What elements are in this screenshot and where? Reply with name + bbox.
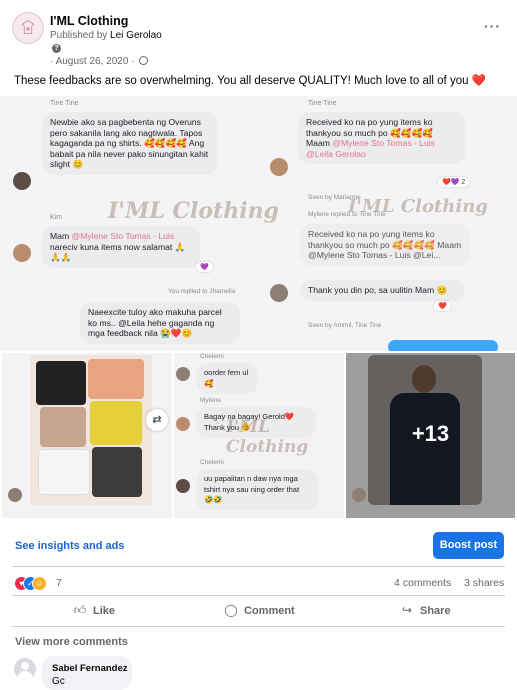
heart-icon: ❤️: [471, 75, 487, 87]
photo-3[interactable]: Chelemi oorder fem ul 🥰 Mylene Bagay na …: [174, 353, 344, 518]
thumbs-up-icon: 👍︎: [73, 603, 87, 617]
more-photos-count: +13: [411, 421, 450, 446]
post-caption: These feedbacks are so overwhelming. You…: [14, 73, 486, 87]
shirt: [90, 401, 142, 445]
commenter-avatar[interactable]: [14, 658, 36, 680]
chat-avatar: [176, 367, 190, 381]
date-separator: ·: [50, 56, 54, 67]
chat-bubble: Newbie ako sa pagbebenta ng Overuns pero…: [42, 112, 218, 175]
watermark-logo: I'ML Clothing: [348, 196, 488, 217]
published-by-prefix: Published by: [50, 30, 108, 41]
shares-count[interactable]: 3 shares: [464, 577, 504, 589]
comment-button[interactable]: ◯ Comment: [224, 603, 295, 621]
chat-sender: Mylene: [200, 397, 221, 404]
seen-note: Seen by Ammil, Tine Tine: [308, 322, 382, 329]
chat-avatar: [352, 488, 366, 502]
chat-bubble: uu papalitan n daw nya mga tshirt nya sa…: [196, 469, 318, 511]
chat-avatar: [176, 417, 190, 431]
chat-text: Received ko na po yung items ko thankyou…: [306, 117, 433, 138]
share-label: Share: [420, 605, 451, 617]
chat-bubble: oorder fem ul 🥰: [196, 363, 258, 394]
share-arrow-icon: ↪: [401, 603, 413, 617]
boost-post-button[interactable]: Boost post: [433, 532, 504, 559]
chat-avatar: [270, 284, 288, 302]
shirt: [38, 449, 90, 495]
publisher-name[interactable]: Lei Gerolao: [110, 30, 162, 41]
chat-sender: Kim: [50, 214, 63, 221]
published-by: Published by Lei Gerolao: [50, 30, 162, 41]
divider: [12, 566, 505, 567]
chat-avatar: [13, 172, 31, 190]
comment-text: Gc: [52, 676, 65, 687]
default-avatar-icon: [21, 662, 29, 670]
comment-label: Comment: [244, 605, 295, 617]
chat-text: Mam: [50, 231, 72, 241]
chat-sender: Chelemi: [200, 459, 224, 466]
chat-bubble: Mam @Mylene Sto Tomas - Luis nareciv kun…: [42, 226, 200, 268]
chat-text: nareciv kuna items now salamat 🙏🙏🙏: [50, 241, 186, 263]
divider: [12, 595, 505, 596]
photo-1[interactable]: Tine Tine Newbie ako sa pagbebenta ng Ov…: [0, 96, 517, 351]
like-button[interactable]: 👍︎ Like: [73, 603, 115, 621]
chat-avatar: [13, 244, 31, 262]
chat-text: Maam: [306, 138, 333, 148]
shirt: [92, 447, 142, 497]
shirt: [36, 361, 86, 405]
chat-bubble-sent: [388, 340, 498, 351]
divider: [12, 626, 505, 627]
chat-avatar: [176, 479, 190, 493]
chat-sender: Tine Tine: [50, 100, 79, 107]
caption-text: These feedbacks are so overwhelming. You…: [14, 75, 469, 87]
shirts-pile: [30, 355, 152, 505]
default-avatar-body: [17, 671, 33, 680]
chat-avatar: [8, 488, 22, 502]
iml-logo-icon: [13, 13, 43, 43]
shirt: [40, 407, 86, 447]
you-replied-note: You replied to Jhamella: [168, 288, 236, 295]
chat-reaction: 💜: [196, 262, 213, 272]
shirt: [88, 359, 144, 399]
chat-reaction: ❤️: [434, 301, 451, 311]
post-date-line: · August 26, 2020 ·: [50, 56, 149, 67]
chat-sender: Chelemi: [200, 353, 224, 360]
comments-count[interactable]: 4 comments: [394, 577, 451, 589]
like-label: Like: [93, 605, 116, 617]
question-icon[interactable]: ?: [52, 44, 61, 53]
chat-bubble: Thank you din po, sa uulitin Mam 😊: [300, 280, 465, 301]
chat-bubble: Received ko na po yung items ko thankyou…: [298, 112, 466, 164]
facebook-post: I'ML Clothing Published by Lei Gerolao ?…: [0, 0, 517, 690]
more-options-icon[interactable]: ···: [484, 18, 501, 34]
photo-grid: Tine Tine Newbie ako sa pagbebenta ng Ov…: [0, 96, 517, 522]
share-button[interactable]: ↪ Share: [400, 603, 451, 621]
view-more-comments[interactable]: View more comments: [15, 636, 128, 648]
date-separator-2: ·: [131, 56, 135, 67]
watermark-logo: I'ML Clothing: [108, 198, 279, 224]
chat-bubble: Naeexcite tuloy ako makuha parcel ko ms.…: [80, 302, 240, 344]
commenter-name[interactable]: Sabel Fernandez: [52, 663, 128, 674]
chat-sender: Tine Tine: [308, 100, 337, 107]
see-insights-link[interactable]: See insights and ads: [15, 540, 124, 552]
chat-reaction: ❤️💜 2: [438, 177, 470, 187]
chat-mention: @Mylene Sto Tomas - Luis: [71, 231, 175, 241]
page-name[interactable]: I'ML Clothing: [50, 14, 128, 28]
chat-avatar: [270, 158, 288, 176]
care-icon: ☺: [32, 576, 47, 591]
post-date[interactable]: August 26, 2020: [56, 56, 129, 67]
reaction-count: 7: [56, 577, 62, 589]
watermark-logo: I'ML Clothing: [226, 417, 309, 457]
photo-2[interactable]: [2, 353, 172, 518]
globe-icon: [139, 56, 149, 65]
page-avatar[interactable]: [12, 12, 44, 44]
share-icon[interactable]: ⇄: [146, 409, 168, 431]
comment-icon: ◯: [224, 603, 238, 617]
photo-4[interactable]: +13: [346, 353, 515, 518]
chat-bubble: Received ko na po yung items ko thankyou…: [300, 224, 470, 266]
